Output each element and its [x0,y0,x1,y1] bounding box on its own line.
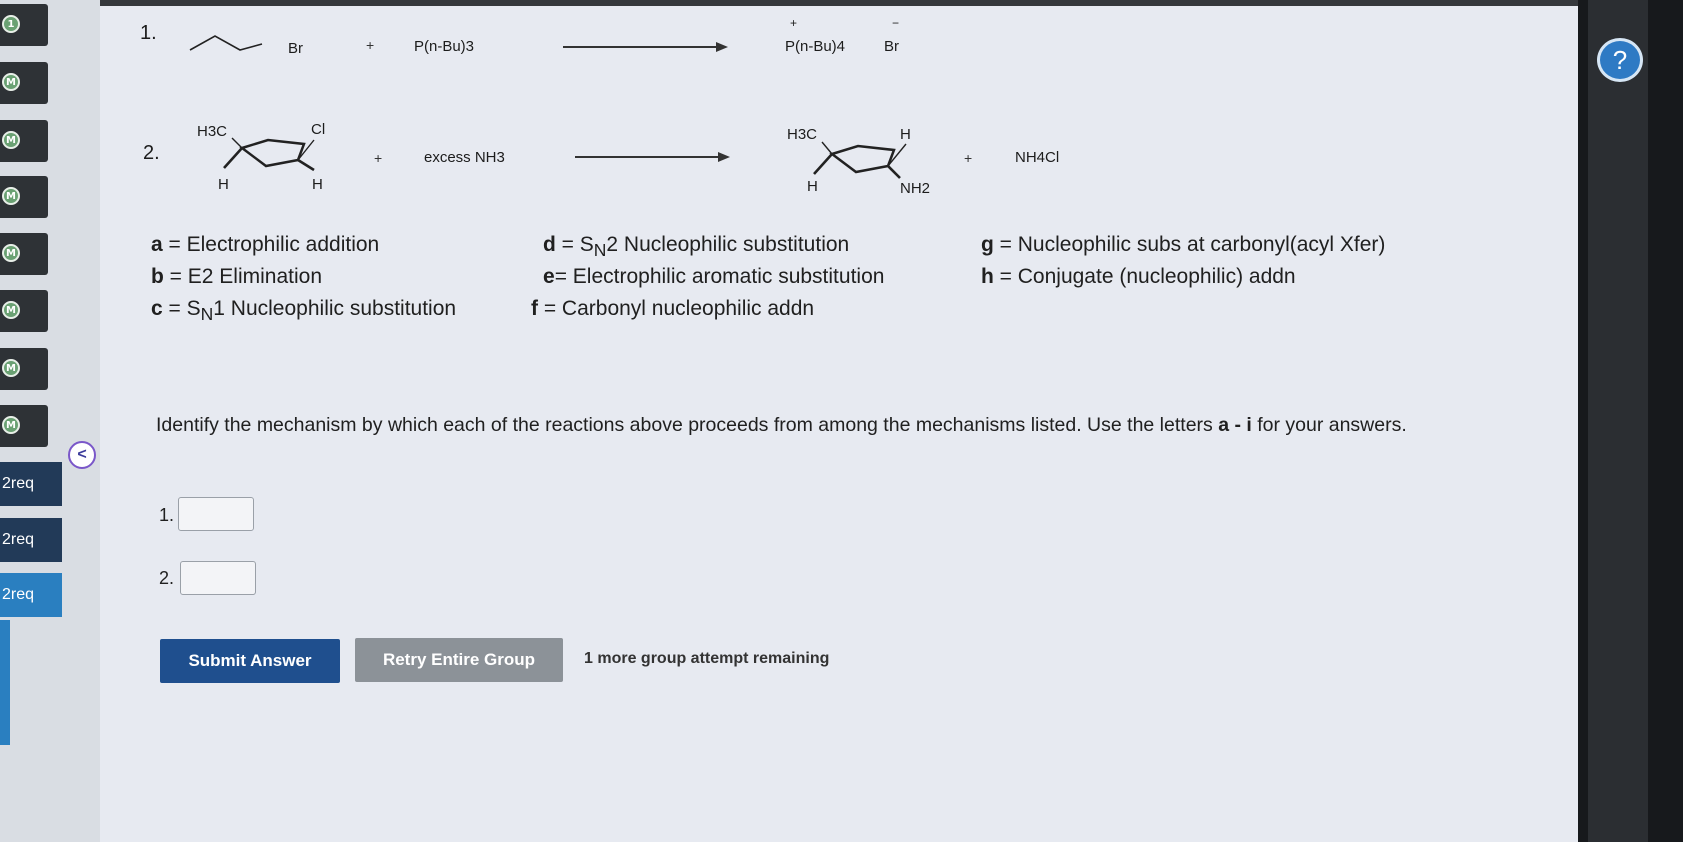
reaction-1-alkyl-chain [189,35,263,51]
reaction-1-counterion: Br [884,38,899,55]
question-text-before: Identify the mechanism by which each of … [156,414,1219,436]
mechanism-text: = Nucleophilic subs at carbonyl(acyl Xfe… [993,233,1386,256]
answer-1-input[interactable] [178,497,254,531]
sidebar-item-req-2[interactable]: 2req [0,518,62,562]
reaction-1-arrow-head [716,42,728,52]
sidebar-active-indicator [0,620,10,745]
right-toolbar [1588,0,1648,842]
answer-1-label: 1. [159,505,175,525]
status-badge: M [2,301,20,319]
question-text-after: for your answers. [1251,414,1407,436]
status-badge: M [2,359,20,377]
reaction-1-plus: + [366,37,375,53]
reaction-1-product: P(n-Bu)4 [785,38,846,55]
assignment-sidebar: 1 M M M M M M M 2req 2req 2req [0,0,100,842]
sidebar-item-req-1[interactable]: 2req [0,462,62,506]
reaction-2-arrow [575,156,720,158]
sidebar-item-8[interactable]: M [0,405,48,447]
sidebar-item-label: 2req [2,586,35,603]
sidebar-item-req-3[interactable]: 2req [0,573,62,617]
mechanism-text-2: 2 Nucleophilic substitution [606,233,850,256]
mechanism-subscript: N [593,240,607,261]
mechanism-subscript: N [200,304,214,325]
mechanism-g: g = Nucleophilic subs at carbonyl(acyl X… [981,233,1385,257]
mechanism-h: h = Conjugate (nucleophilic) addn [981,265,1296,289]
sidebar-item-3[interactable]: M [0,120,48,162]
reaction-2-reactant-methyl: H3C [197,123,228,140]
mechanism-letter: d [543,233,556,256]
submit-answer-button[interactable]: Submit Answer [160,639,340,683]
reaction-2-byproduct: NH4Cl [1015,149,1060,166]
sidebar-item-7[interactable]: M [0,348,48,390]
mechanism-letter: h [981,265,994,288]
mechanism-letter: c [151,297,163,320]
mechanism-text: = Conjugate (nucleophilic) addn [993,265,1296,288]
mechanism-f: f = Carbonyl nucleophilic addn [531,297,814,321]
reaction-2-reagent: excess NH3 [424,149,505,166]
reaction-2-plus: + [374,150,383,166]
mechanism-text: = S [555,233,594,256]
sidebar-item-6[interactable]: M [0,290,48,332]
mechanism-letter: e [543,265,555,288]
status-badge: M [2,244,20,262]
reaction-1-number: 1. [140,22,157,44]
reaction-2-product-h2: H [807,178,818,195]
mechanism-letter: f [531,297,538,320]
reaction-2-product-methyl: H3C [787,126,818,143]
reaction-1-leaving-group: Br [288,40,303,57]
sidebar-item-label: 2req [2,531,35,548]
reaction-2-arrow-head [718,152,730,162]
status-badge: 1 [2,15,20,33]
mechanism-d: d = SN2 Nucleophilic substitution [543,233,849,261]
reaction-1-product-charge: + [790,16,798,30]
collapse-sidebar-button[interactable]: < [68,441,96,469]
mechanism-text-2: 1 Nucleophilic substitution [213,297,457,320]
answer-2-input[interactable] [180,561,256,595]
sidebar-item-5[interactable]: M [0,233,48,275]
reaction-1-counterion-charge: − [892,16,900,30]
attempts-remaining: 1 more group attempt remaining [584,650,830,667]
reaction-2-product-ring [813,141,907,179]
question-text: Identify the mechanism by which each of … [156,410,1486,440]
mechanism-text: = S [162,297,201,320]
reaction-1-arrow [563,46,718,48]
mechanism-text: = Electrophilic aromatic substitution [554,265,885,288]
question-letter-range: a - i [1218,414,1252,436]
reaction-1-reagent: P(n-Bu)3 [414,38,475,55]
mechanism-b: b = E2 Elimination [151,265,322,289]
sidebar-item-label: 2req [2,475,35,492]
status-badge: M [2,73,20,91]
reaction-2-reactant-ring [223,137,315,172]
mechanism-letter: a [151,233,163,256]
reaction-2-number: 2. [143,142,160,164]
answer-2-label: 2. [159,568,175,588]
status-badge: M [2,131,20,149]
mechanism-text: = Carbonyl nucleophilic addn [538,297,815,320]
mechanism-letter: b [151,265,164,288]
top-bar [100,0,1578,6]
reaction-2-plus-2: + [964,150,973,166]
mechanism-letter: g [981,233,994,256]
sidebar-item-2[interactable]: M [0,62,48,104]
mechanism-text: = Electrophilic addition [162,233,380,256]
mechanism-c: c = SN1 Nucleophilic substitution [151,297,456,325]
sidebar-item-1[interactable]: 1 [0,4,48,46]
sidebar-item-4[interactable]: M [0,176,48,218]
mechanism-text: = E2 Elimination [163,265,322,288]
status-badge: M [2,187,20,205]
status-badge: M [2,416,20,434]
mechanism-e: e= Electrophilic aromatic substitution [543,265,884,289]
help-icon[interactable]: ? [1597,38,1643,82]
mechanism-a: a = Electrophilic addition [151,233,379,257]
reaction-2-reactant-h1: H [218,176,229,193]
retry-group-button[interactable]: Retry Entire Group [355,638,563,682]
